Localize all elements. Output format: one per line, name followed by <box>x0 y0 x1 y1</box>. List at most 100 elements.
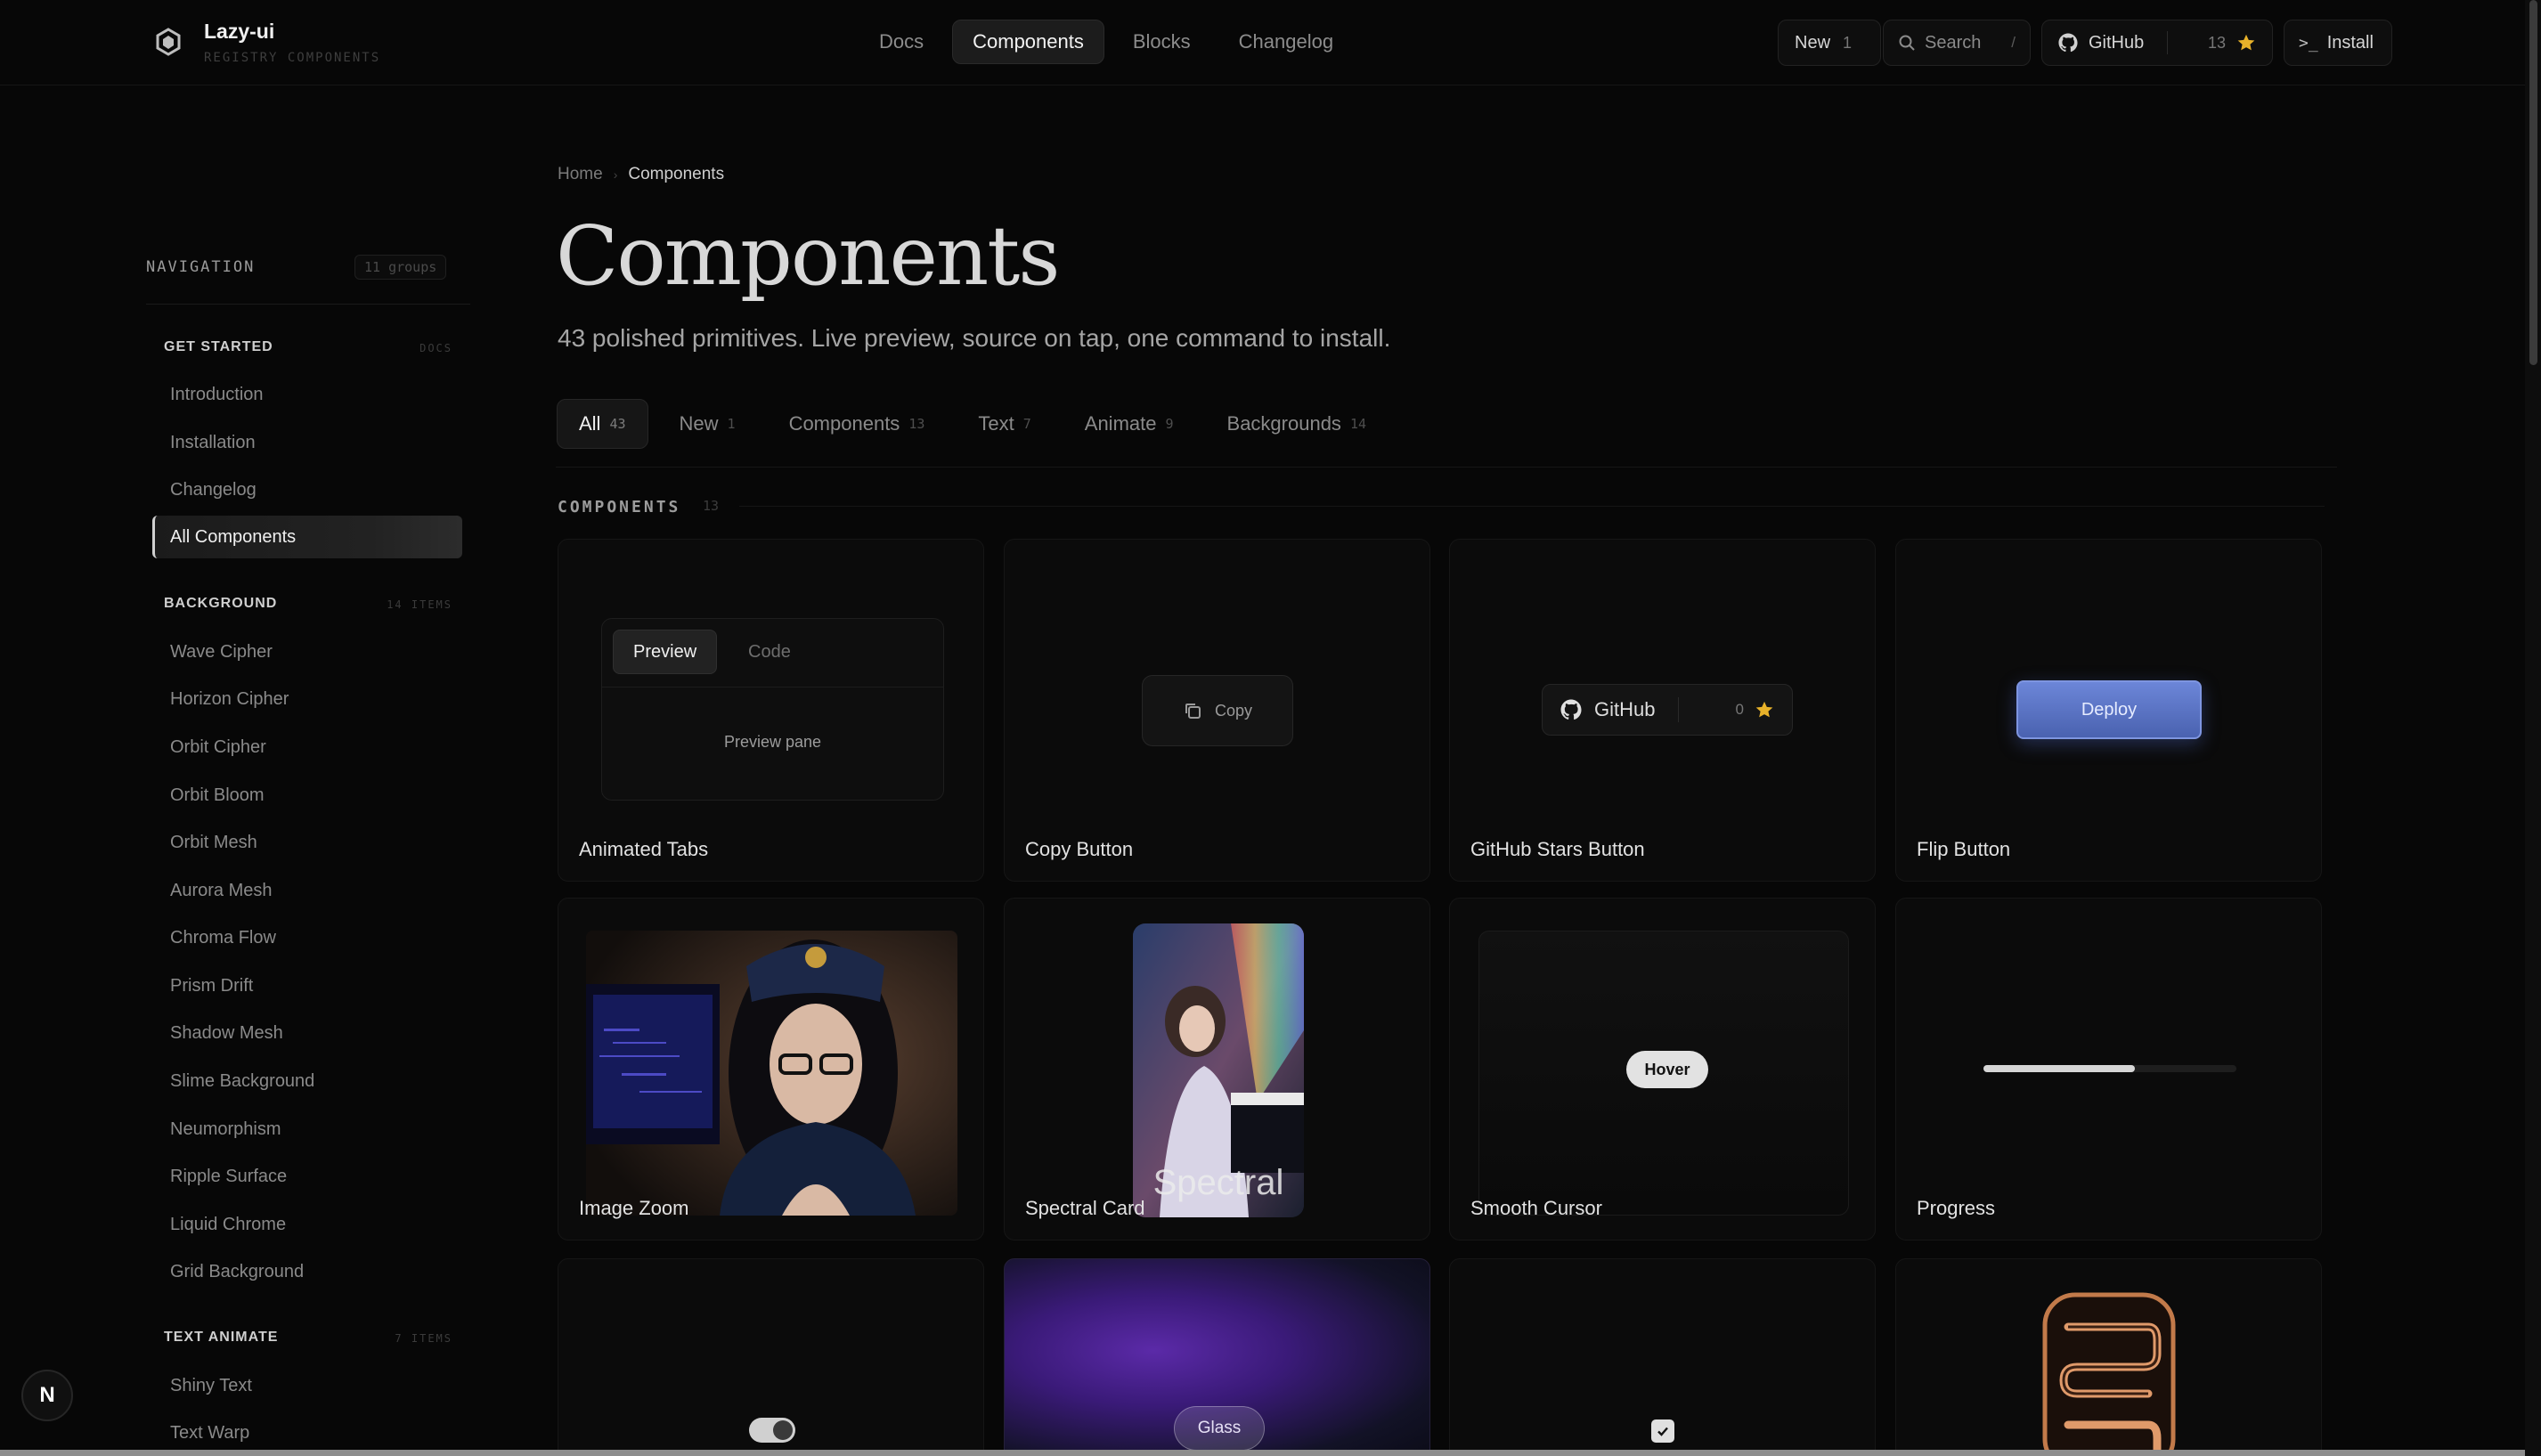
sidebar-item-orbit-mesh[interactable]: Orbit Mesh <box>152 821 462 864</box>
sidebar-item-installation[interactable]: Installation <box>152 421 462 464</box>
sidebar-item-slime-background[interactable]: Slime Background <box>152 1060 462 1102</box>
card-title: Animated Tabs <box>579 838 709 860</box>
card-image-zoom[interactable]: Image Zoom <box>558 898 984 1240</box>
brand-name[interactable]: Lazy-ui <box>204 20 274 44</box>
image-zoom-photo[interactable] <box>586 931 957 1216</box>
card-glass[interactable]: Glass <box>1004 1258 1430 1456</box>
sidebar-item-all-components[interactable]: All Components <box>152 516 462 558</box>
copy-demo-button[interactable]: Copy <box>1142 675 1293 746</box>
section-divider <box>739 506 2325 507</box>
breadcrumb-separator: › <box>613 167 618 182</box>
chrome-shape-graphic <box>2041 1291 2177 1456</box>
sidebar-item-wave-cipher[interactable]: Wave Cipher <box>152 630 462 673</box>
filter-divider <box>556 467 2337 468</box>
sidebar-item-aurora-mesh[interactable]: Aurora Mesh <box>152 869 462 912</box>
sidebar-item-neumorphism[interactable]: Neumorphism <box>152 1108 462 1151</box>
nav-blocks[interactable]: Blocks <box>1113 20 1210 64</box>
github-icon <box>2058 33 2078 53</box>
install-button[interactable]: >_ Install <box>2284 20 2392 66</box>
nav-components[interactable]: Components <box>952 20 1104 64</box>
bottom-edge <box>0 1450 2525 1456</box>
sidebar-item-orbit-cipher[interactable]: Orbit Cipher <box>152 726 462 769</box>
terminal-icon: >_ <box>2299 33 2318 53</box>
brand-logo-icon[interactable] <box>153 27 183 57</box>
sidebar-item-shiny-text[interactable]: Shiny Text <box>152 1364 462 1407</box>
star-icon <box>2237 34 2255 51</box>
card-github-stars[interactable]: GitHub 0 GitHub Stars Button <box>1449 539 1876 882</box>
sidebar-item-orbit-bloom[interactable]: Orbit Bloom <box>152 774 462 817</box>
preview-pane-text: Preview pane <box>723 733 822 751</box>
hover-pill[interactable]: Hover <box>1626 1051 1708 1088</box>
sidebar-item-grid-background[interactable]: Grid Background <box>152 1250 462 1293</box>
card-chrome-shape[interactable] <box>1895 1258 2322 1456</box>
tabs-demo: Preview Code Preview pane <box>601 618 944 801</box>
github-button[interactable]: GitHub 13 <box>2041 20 2273 66</box>
filter-animate[interactable]: Animate 9 <box>1063 399 1196 449</box>
sidebar-item-text-warp[interactable]: Text Warp <box>152 1411 462 1454</box>
search-label: Search <box>1925 32 1982 53</box>
filter-count: 13 <box>908 416 925 432</box>
card-toggle[interactable] <box>558 1258 984 1456</box>
card-copy-button[interactable]: Copy Copy Button <box>1004 539 1430 882</box>
filter-components[interactable]: Components 13 <box>767 399 948 449</box>
sidebar-group-count: 11 groups <box>354 255 447 280</box>
card-spectral-card[interactable]: Spectral Spectral Card <box>1004 898 1430 1240</box>
toggle-switch[interactable] <box>749 1418 795 1443</box>
search-icon <box>1899 35 1915 51</box>
glass-pill[interactable]: Glass <box>1174 1406 1265 1451</box>
sidebar-item-chroma-flow[interactable]: Chroma Flow <box>152 916 462 959</box>
filter-label: Components <box>788 412 900 435</box>
filter-label: Backgrounds <box>1226 412 1341 435</box>
new-button[interactable]: New 1 <box>1778 20 1881 66</box>
filter-all[interactable]: All 43 <box>557 399 648 449</box>
filter-text[interactable]: Text 7 <box>956 399 1053 449</box>
deploy-demo-button[interactable]: Deploy <box>2016 680 2202 739</box>
filter-backgrounds[interactable]: Backgrounds 14 <box>1205 399 1389 449</box>
progress-track <box>1983 1065 2236 1072</box>
sidebar-heading: NAVIGATION <box>146 258 256 276</box>
group-meta-get-started: DOCS <box>419 342 452 354</box>
nav-changelog[interactable]: Changelog <box>1219 20 1353 64</box>
scrollbar-thumb[interactable] <box>2529 0 2537 365</box>
card-title: Smooth Cursor <box>1470 1197 1602 1219</box>
group-title-text-animate: TEXT ANIMATE <box>164 1330 279 1345</box>
group-meta-background: 14 ITEMS <box>387 598 452 611</box>
breadcrumb-current: Components <box>628 165 725 183</box>
card-progress[interactable]: Progress <box>1895 898 2322 1240</box>
sidebar-item-shadow-mesh[interactable]: Shadow Mesh <box>152 1012 462 1054</box>
sidebar-item-liquid-chrome[interactable]: Liquid Chrome <box>152 1203 462 1246</box>
section-count: 13 <box>703 498 720 514</box>
checkbox[interactable] <box>1651 1419 1674 1443</box>
filter-label: Animate <box>1084 412 1157 435</box>
page-subtitle: 43 polished primitives. Live preview, so… <box>558 324 1391 352</box>
nav-docs[interactable]: Docs <box>859 20 943 64</box>
filter-label: All <box>579 412 601 435</box>
card-smooth-cursor[interactable]: Hover Smooth Cursor <box>1449 898 1876 1240</box>
github-icon <box>1560 699 1582 720</box>
filter-count: 43 <box>609 416 626 432</box>
sidebar-item-ripple-surface[interactable]: Ripple Surface <box>152 1155 462 1198</box>
breadcrumb: Home › Components <box>558 165 724 184</box>
sidebar-item-horizon-cipher[interactable]: Horizon Cipher <box>152 678 462 720</box>
card-title: Flip Button <box>1917 838 2011 860</box>
card-checkbox[interactable] <box>1449 1258 1876 1456</box>
card-animated-tabs[interactable]: Preview Code Preview pane Animated Tabs <box>558 539 984 882</box>
breadcrumb-home[interactable]: Home <box>558 165 603 184</box>
tab-preview[interactable]: Preview <box>613 630 718 674</box>
tab-code[interactable]: Code <box>729 630 810 674</box>
group-meta-text-animate: 7 ITEMS <box>395 1332 452 1345</box>
sidebar-item-changelog[interactable]: Changelog <box>152 468 462 511</box>
sidebar-item-introduction[interactable]: Introduction <box>152 373 462 416</box>
filter-new[interactable]: New 1 <box>657 399 758 449</box>
github-star-count: 13 <box>2207 33 2226 52</box>
card-flip-button[interactable]: Deploy Flip Button <box>1895 539 2322 882</box>
github-stars-demo[interactable]: GitHub 0 <box>1542 684 1793 736</box>
sidebar-item-prism-drift[interactable]: Prism Drift <box>152 964 462 1007</box>
cursor-stage[interactable]: Hover <box>1478 931 1849 1216</box>
group-title-background: BACKGROUND <box>164 596 278 611</box>
search-button[interactable]: Search / <box>1883 20 2031 66</box>
github-demo-count: 0 <box>1735 701 1744 718</box>
dev-badge[interactable]: N <box>21 1370 73 1421</box>
filter-count: 14 <box>1349 416 1366 432</box>
spectral-card-photo[interactable]: Spectral <box>1133 923 1304 1217</box>
